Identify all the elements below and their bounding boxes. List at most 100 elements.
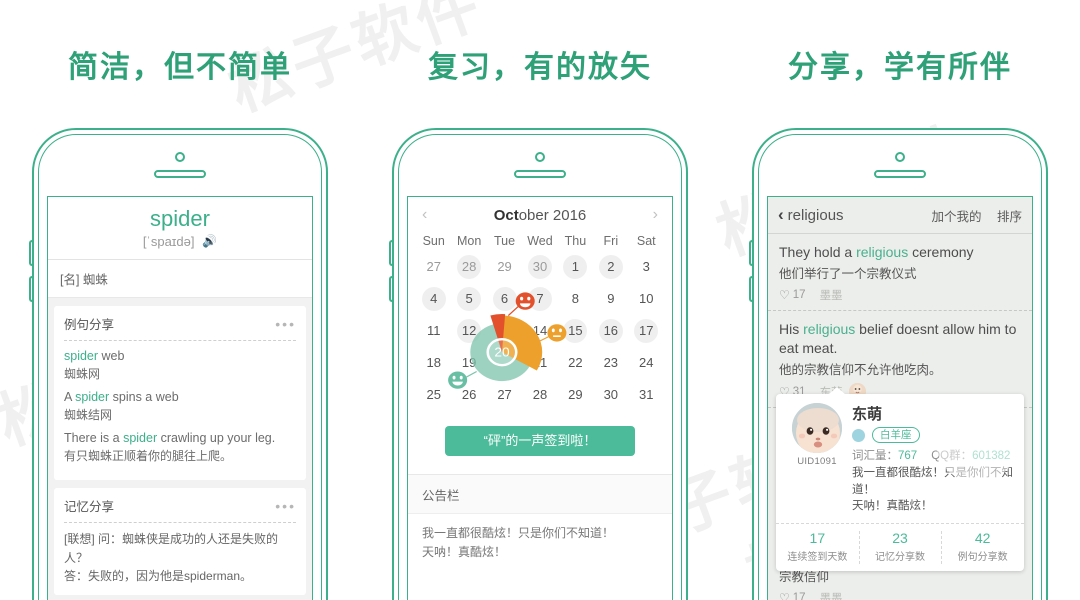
calendar-day-cell[interactable]: 30: [522, 252, 557, 282]
calendar-day-cell[interactable]: 6: [487, 284, 522, 314]
example-highlight: spider: [123, 431, 158, 446]
author-name: 墨墨: [819, 290, 843, 303]
notice-line: 我一直都很酷炫！只是你们不知道！: [422, 526, 615, 540]
calendar-day-cell[interactable]: 1: [558, 252, 593, 282]
calendar-day-cell[interactable]: 8: [558, 284, 593, 314]
volume-up-button[interactable]: [389, 240, 392, 266]
calendar-day-cell[interactable]: 17: [629, 316, 664, 346]
calendar-day-cell[interactable]: 9: [593, 284, 628, 314]
calendar-day-cell[interactable]: 15: [558, 316, 593, 346]
gender-dot-icon: [852, 428, 865, 442]
calendar-day-number: 29: [568, 387, 583, 402]
example-cn: 蜘蛛结网: [64, 407, 113, 422]
sentence-highlight: religious: [803, 321, 856, 338]
calendar-week-row: 27 28 29 30 1 2 3: [416, 252, 664, 282]
volume-up-button[interactable]: [749, 240, 752, 266]
more-dots-icon[interactable]: •••: [275, 317, 296, 331]
stat-cell: 17 连续签到天数: [776, 524, 859, 571]
calendar-day-cell[interactable]: 18: [416, 348, 451, 378]
phone-frame: ‹ religious 加个我的 排序 They hold a religiou…: [749, 128, 1048, 600]
memory-line: 答：失败的，因为他是spiderman。: [64, 569, 253, 584]
chevron-left-icon: ‹: [778, 205, 784, 224]
calendar-day-cell[interactable]: 4: [416, 284, 451, 314]
sort-button[interactable]: 排序: [997, 210, 1022, 224]
author-name: 墨墨: [819, 592, 843, 600]
calendar-day-cell[interactable]: 19: [451, 348, 486, 378]
calendar-day-cell[interactable]: 11: [416, 316, 451, 346]
profile-top: UID1091 东萌 白羊座 词汇量：767 QQ群：601382 我一直都很酷…: [776, 394, 1024, 523]
calendar-day-number: 19: [461, 355, 477, 370]
camera-icon: [895, 152, 905, 162]
calendar-day-cell[interactable]: 3: [629, 252, 664, 282]
chevron-right-icon[interactable]: ›: [653, 206, 658, 224]
sentence-prefix: They hold a: [779, 244, 857, 260]
calendar-day-number: 7: [527, 287, 552, 311]
word-title: spider: [150, 206, 210, 231]
calendar-day-cell[interactable]: 5: [451, 284, 486, 314]
panel-headline: 复习，有的放矢: [428, 51, 652, 84]
heart-icon[interactable]: ♡: [779, 288, 790, 302]
notice-line: 天呐！真酷炫！: [422, 545, 507, 560]
calendar-day-number: 23: [603, 355, 619, 370]
volume-up-button[interactable]: [29, 240, 32, 266]
calendar-day-cell[interactable]: 10: [629, 284, 664, 314]
calendar-day-number: 15: [563, 319, 588, 343]
phone-frame: ‹ October 2016 › Sun Mon Tue Wed Thu Fri…: [389, 128, 688, 600]
vocab-value: 767: [898, 450, 918, 462]
calendar-day-cell[interactable]: 2: [593, 252, 628, 282]
calendar-day-cell[interactable]: 20: [487, 348, 522, 378]
volume-down-button[interactable]: [29, 276, 32, 302]
weekday-label: Wed: [527, 234, 553, 248]
sentence-cn: 他的宗教信仰不允许他吃肉。: [779, 363, 942, 378]
phone-screen: spider [ˈspaɪdə] 🔊 [名] 蜘蛛 例句分享 ••• spide…: [47, 196, 313, 600]
calendar-header: ‹ October 2016 ›: [408, 197, 672, 230]
user-name: 东萌: [852, 406, 883, 423]
share-list-item[interactable]: They hold a religious ceremony 他们举行了一个宗教…: [768, 234, 1032, 312]
calendar-day-cell[interactable]: 12: [451, 316, 486, 346]
panel-share: 分享，学有所伴 ‹ religious 加个我的 排序 They hold a …: [720, 0, 1080, 600]
calendar-day-cell[interactable]: 22: [558, 348, 593, 378]
profile-stats-row: 17 连续签到天数 23 记忆分享数 42 例句分享数: [776, 523, 1024, 571]
panel-dictionary: 简洁，但不简单 spider [ˈspaɪdə] 🔊 [名] 蜘蛛 例句分享 •…: [0, 0, 360, 600]
signin-button[interactable]: “砰”的一声签到啦！: [445, 426, 635, 456]
calendar-day-cell[interactable]: 7: [522, 284, 557, 314]
calendar-day-cell[interactable]: 27: [416, 252, 451, 282]
calendar-day-cell[interactable]: 28: [451, 252, 486, 282]
calendar-day-number: 20: [497, 355, 512, 370]
more-dots-icon[interactable]: •••: [275, 499, 296, 513]
calendar-day-cell[interactable]: 13: [487, 316, 522, 346]
memory-line: [联想] 问：蜘蛛侠是成功的人还是失败的人？: [64, 532, 279, 565]
signature-line: 天呐！真酷炫！: [852, 500, 933, 513]
calendar-day-cell[interactable]: 25: [416, 380, 451, 410]
add-mine-button[interactable]: 加个我的: [931, 210, 981, 224]
calendar-day-number: 22: [568, 355, 583, 370]
calendar-day-number: 30: [527, 255, 552, 279]
sentence-en: His religious belief doesnt allow him to…: [779, 320, 1021, 357]
volume-down-button[interactable]: [749, 276, 752, 302]
user-avatar[interactable]: [792, 403, 842, 453]
calendar-day-cell[interactable]: 14: [522, 316, 557, 346]
calendar-day-number: 29: [497, 259, 512, 274]
calendar-day-cell[interactable]: 30: [593, 380, 628, 410]
chevron-left-icon[interactable]: ‹: [422, 206, 427, 224]
calendar-day-cell[interactable]: 16: [593, 316, 628, 346]
calendar-day-cell[interactable]: 27: [487, 380, 522, 410]
share-navbar: ‹ religious 加个我的 排序: [768, 197, 1032, 234]
calendar-day-cell[interactable]: 31: [629, 380, 664, 410]
stat-value: 42: [974, 530, 991, 547]
calendar-day-cell[interactable]: 29: [558, 380, 593, 410]
calendar-day-cell[interactable]: 23: [593, 348, 628, 378]
calendar-day-cell[interactable]: 21: [522, 348, 557, 378]
card-title: 例句分享: [64, 318, 115, 332]
stat-value: 17: [809, 530, 826, 547]
calendar-day-cell[interactable]: 24: [629, 348, 664, 378]
calendar-day-cell[interactable]: 26: [451, 380, 486, 410]
calendar-day-number: 25: [426, 387, 441, 402]
volume-down-button[interactable]: [389, 276, 392, 302]
speaker-icon[interactable]: 🔊: [202, 234, 217, 248]
popup-arrow: [828, 387, 846, 395]
calendar-day-cell[interactable]: 29: [487, 252, 522, 282]
heart-icon[interactable]: ♡: [779, 591, 790, 600]
back-button[interactable]: ‹ religious: [778, 205, 844, 225]
calendar-day-cell[interactable]: 28: [522, 380, 557, 410]
